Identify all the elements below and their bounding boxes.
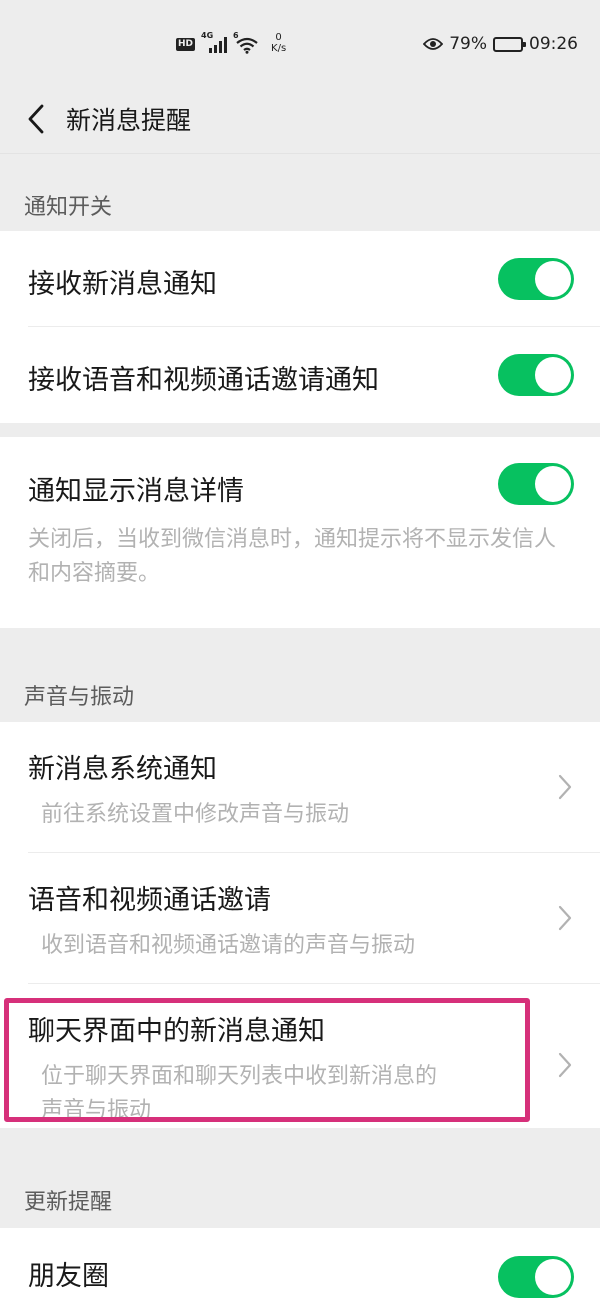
network-speed-unit: K/s [271,43,287,54]
wifi-icon: 6 [233,31,258,54]
setting-label-receive-call-invite: 接收语音和视频通话邀请通知 [28,365,379,396]
chevron-right-icon [558,1052,572,1078]
setting-row-receive-new-msg[interactable]: 接收新消息通知 [0,231,600,327]
highlight-annotation-box [4,998,530,1122]
network-speed-value: 0 [275,32,282,43]
back-button[interactable] [16,96,56,142]
clock: 09:26 [529,34,578,54]
setting-row-system-notify[interactable]: 新消息系统通知 前往系统设置中修改声音与振动 [0,722,600,852]
setting-desc-call-invite-sound: 收到语音和视频通话邀请的声音与振动 [41,933,416,958]
toggle-receive-new-msg[interactable] [498,258,574,300]
toggle-knob [535,357,571,393]
nav-divider [0,153,600,154]
setting-label-show-detail: 通知显示消息详情 [28,476,244,507]
cellular-signal-icon: 4G [201,31,228,53]
section-header-sound-vibration: 声音与振动 [24,685,135,710]
back-arrow-icon [28,104,44,134]
update-group: 朋友圈 [0,1228,600,1300]
setting-label-call-invite-sound: 语音和视频通话邀请 [28,885,271,916]
show-detail-group: 通知显示消息详情 关闭后，当收到微信消息时，通知提示将不显示发信人和内容摘要。 [0,437,600,628]
toggle-receive-call-invite[interactable] [498,354,574,396]
setting-label-moments: 朋友圈 [28,1261,109,1292]
setting-label-system-notify: 新消息系统通知 [28,754,217,785]
battery-percent: 79% [449,34,487,54]
eye-icon [423,38,444,50]
status-bar-right: 79% 09:26 [423,34,578,54]
toggle-knob [535,466,571,502]
setting-row-moments[interactable]: 朋友圈 [0,1228,600,1300]
chevron-right-icon [558,774,572,800]
setting-label-receive-new-msg: 接收新消息通知 [28,269,217,300]
status-bar-left: HD 4G 6 0 K/s [176,31,286,54]
section-header-notify-switch: 通知开关 [24,195,113,220]
setting-row-receive-call-invite[interactable]: 接收语音和视频通话邀请通知 [0,327,600,423]
setting-row-call-invite-sound[interactable]: 语音和视频通话邀请 收到语音和视频通话邀请的声音与振动 [0,853,600,983]
toggle-show-detail[interactable] [498,463,574,505]
status-bar: HD 4G 6 0 K/s 79% 09:26 [0,0,600,88]
hd-badge: HD [176,37,196,51]
setting-desc-show-detail: 关闭后，当收到微信消息时，通知提示将不显示发信人和内容摘要。 [28,527,557,586]
toggle-knob [535,1259,571,1295]
toggle-moments[interactable] [498,1256,574,1298]
setting-desc-system-notify: 前往系统设置中修改声音与振动 [41,802,350,827]
toggle-knob [535,261,571,297]
page-title: 新消息提醒 [66,106,192,135]
nav-bar: 新消息提醒 [0,88,600,154]
notify-switch-group: 接收新消息通知 接收语音和视频通话邀请通知 [0,231,600,423]
battery-icon [493,36,526,52]
section-header-update: 更新提醒 [24,1190,113,1215]
network-speed: 0 K/s [271,32,286,54]
chevron-right-icon [558,905,572,931]
setting-row-show-detail[interactable]: 通知显示消息详情 关闭后，当收到微信消息时，通知提示将不显示发信人和内容摘要。 [0,437,600,628]
